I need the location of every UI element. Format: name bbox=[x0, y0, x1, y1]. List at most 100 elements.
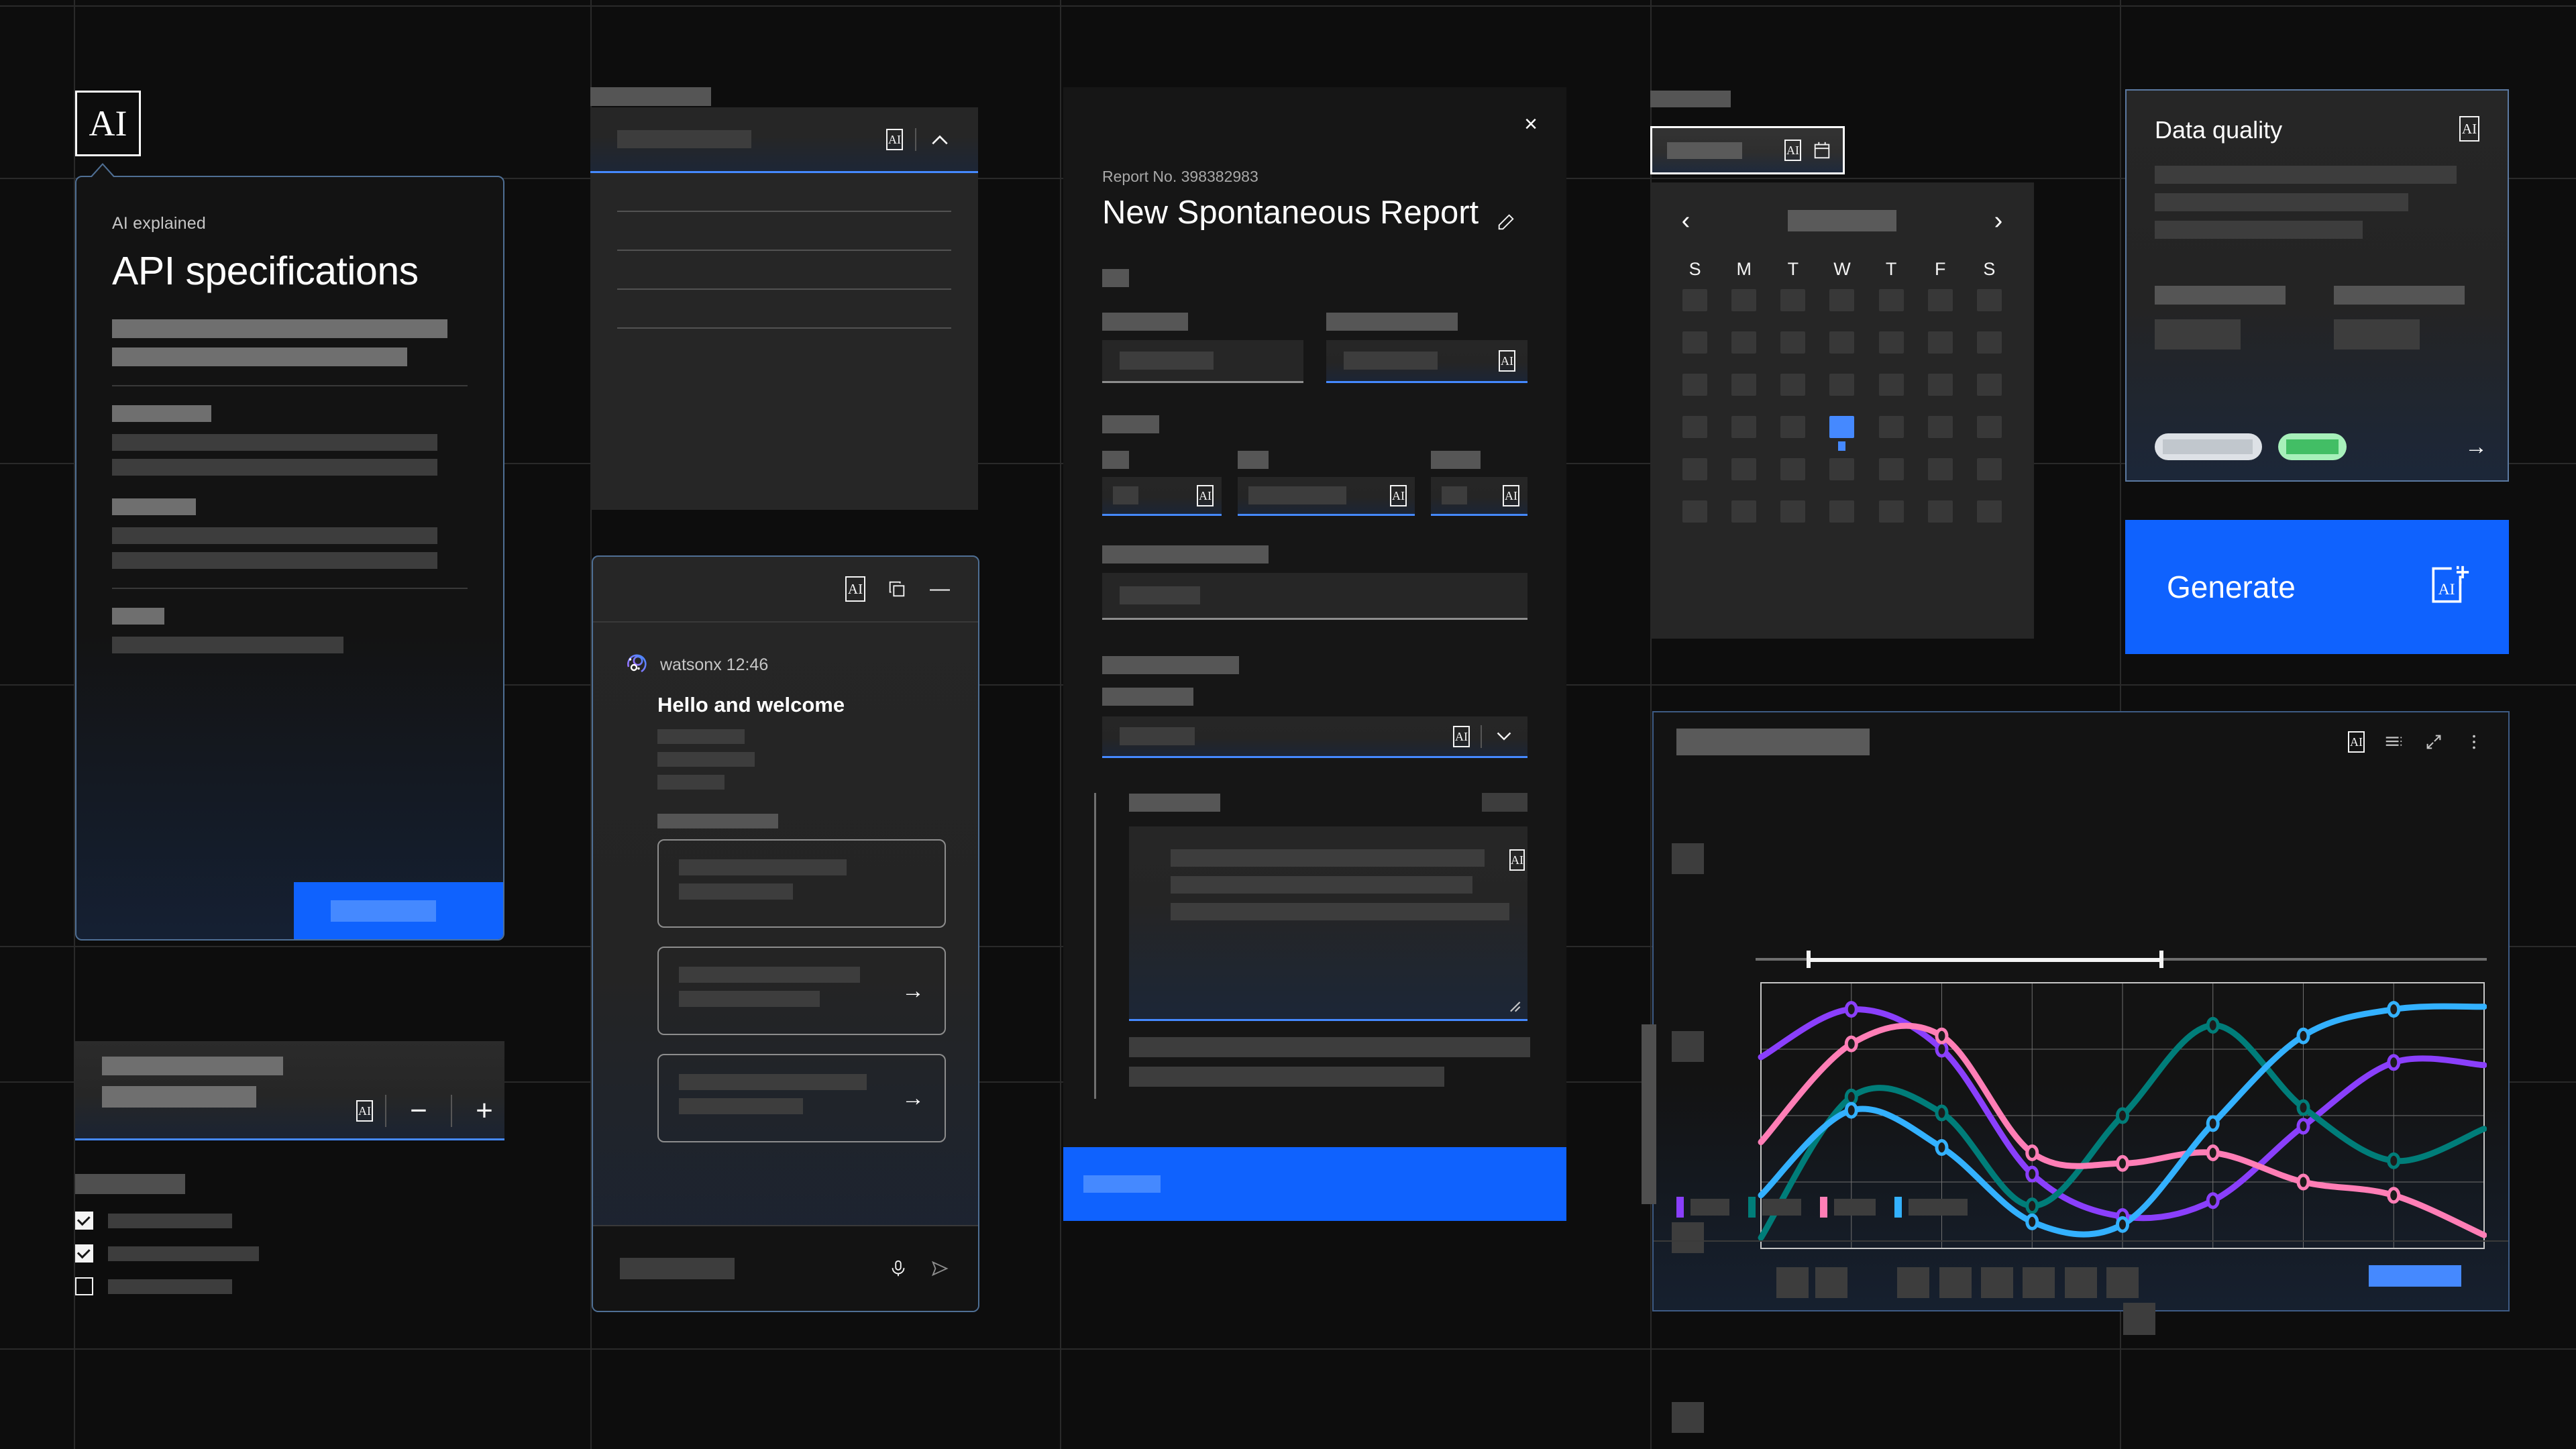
calendar-day-cell[interactable] bbox=[1976, 416, 2002, 438]
resize-handle-icon[interactable] bbox=[1506, 998, 1521, 1012]
checkbox-row[interactable] bbox=[75, 1212, 504, 1230]
chevron-up-icon[interactable] bbox=[928, 128, 951, 151]
chart-action-button[interactable] bbox=[2369, 1265, 2461, 1287]
arrow-right-icon[interactable]: → bbox=[2465, 435, 2487, 458]
report-submit-button[interactable] bbox=[1063, 1147, 1566, 1221]
calendar-day-cell[interactable] bbox=[1927, 500, 1953, 523]
text-field-with-ai[interactable]: AI bbox=[1102, 477, 1222, 516]
toggle-off[interactable] bbox=[2155, 433, 2262, 460]
chevron-right-icon[interactable]: › bbox=[1983, 208, 2014, 233]
overflow-menu-icon[interactable] bbox=[2463, 731, 2485, 753]
generate-button[interactable]: Generate AI bbox=[2125, 520, 2509, 654]
list-item[interactable] bbox=[617, 327, 951, 366]
legend-item[interactable] bbox=[1676, 1197, 1729, 1218]
ai-assist-icon[interactable]: AI bbox=[1503, 484, 1519, 506]
ai-assist-icon[interactable]: AI bbox=[1453, 725, 1470, 747]
number-stepper[interactable]: AI − + bbox=[75, 1041, 504, 1140]
chat-composer[interactable] bbox=[593, 1225, 978, 1311]
calendar-icon[interactable] bbox=[1811, 139, 1833, 162]
calendar-day-cell[interactable] bbox=[1927, 416, 1953, 438]
calendar-day-cell[interactable] bbox=[1780, 416, 1806, 438]
list-item[interactable] bbox=[617, 288, 951, 327]
list-item[interactable] bbox=[617, 250, 951, 288]
calendar-day-cell[interactable] bbox=[1682, 500, 1708, 523]
checkbox-input[interactable] bbox=[75, 1277, 93, 1295]
calendar-day-cell[interactable] bbox=[1780, 374, 1806, 396]
textarea-field[interactable]: AI bbox=[1129, 826, 1527, 1021]
calendar-day-cell[interactable] bbox=[1829, 500, 1855, 523]
calendar-day-cell[interactable] bbox=[1976, 500, 2002, 523]
range-slider[interactable] bbox=[1756, 951, 2487, 968]
calendar-day-cell[interactable] bbox=[1927, 374, 1953, 396]
ai-assist-icon[interactable]: AI bbox=[1390, 484, 1407, 506]
ai-assist-icon[interactable]: AI bbox=[1499, 350, 1515, 372]
primary-action-button[interactable] bbox=[294, 882, 503, 939]
ai-assist-icon[interactable]: AI bbox=[2348, 731, 2365, 753]
calendar-day-cell[interactable] bbox=[1829, 458, 1855, 480]
calendar-day-cell[interactable] bbox=[1829, 289, 1855, 311]
ai-assist-icon[interactable]: AI bbox=[1197, 484, 1214, 506]
text-field-with-ai[interactable]: AI bbox=[1326, 340, 1527, 383]
calendar-day-cell[interactable] bbox=[1731, 374, 1757, 396]
calendar-day-cell[interactable] bbox=[1878, 374, 1904, 396]
calendar-day-cell[interactable] bbox=[1682, 289, 1708, 311]
legend-item[interactable] bbox=[1894, 1197, 1968, 1218]
list-item[interactable] bbox=[617, 173, 951, 211]
ai-assist-icon[interactable]: AI bbox=[2459, 116, 2479, 142]
calendar-day-cell[interactable] bbox=[1682, 416, 1708, 438]
checkbox-row[interactable] bbox=[75, 1244, 504, 1263]
calendar-day-cell[interactable] bbox=[1976, 331, 2002, 354]
calendar-day-cell[interactable] bbox=[1976, 458, 2002, 480]
legend-item[interactable] bbox=[1748, 1197, 1801, 1218]
checkbox-row[interactable] bbox=[75, 1277, 504, 1295]
calendar-day-cell[interactable] bbox=[1780, 458, 1806, 480]
calendar-day-cell[interactable] bbox=[1829, 416, 1855, 451]
date-input[interactable]: AI bbox=[1650, 126, 1845, 174]
calendar-day-cell[interactable] bbox=[1927, 458, 1953, 480]
calendar-day-cell[interactable] bbox=[1976, 289, 2002, 311]
arrow-right-icon[interactable]: → bbox=[891, 979, 924, 1002]
calendar-day-cell[interactable] bbox=[1682, 458, 1708, 480]
accordion-header[interactable]: AI bbox=[590, 107, 978, 173]
calendar-day-cell[interactable] bbox=[1976, 374, 2002, 396]
ai-badge-icon[interactable]: AI bbox=[75, 91, 141, 156]
text-field[interactable] bbox=[1102, 340, 1303, 383]
calendar-day-cell[interactable] bbox=[1682, 331, 1708, 354]
ai-assist-icon[interactable]: AI bbox=[1509, 849, 1525, 871]
calendar-day-cell[interactable] bbox=[1829, 374, 1855, 396]
ai-assist-icon[interactable]: AI bbox=[356, 1099, 373, 1122]
calendar-day-cell[interactable] bbox=[1927, 331, 1953, 354]
calendar-day-cell[interactable] bbox=[1731, 416, 1757, 438]
calendar-day-cell[interactable] bbox=[1731, 289, 1757, 311]
slider-handle-left[interactable] bbox=[1807, 951, 1811, 968]
calendar-day-cell[interactable] bbox=[1878, 458, 1904, 480]
select-field[interactable]: AI bbox=[1102, 716, 1527, 758]
legend-item[interactable] bbox=[1820, 1197, 1876, 1218]
ai-assist-icon[interactable]: AI bbox=[1784, 140, 1801, 161]
calendar-day-cell[interactable] bbox=[1780, 331, 1806, 354]
close-icon[interactable]: × bbox=[1519, 113, 1542, 136]
arrow-right-icon[interactable]: → bbox=[891, 1087, 924, 1110]
pencil-icon[interactable] bbox=[1496, 203, 1516, 230]
checkbox-input[interactable] bbox=[75, 1244, 93, 1263]
text-field-with-ai[interactable]: AI bbox=[1238, 477, 1415, 516]
send-icon[interactable] bbox=[928, 1257, 951, 1280]
text-field-with-ai[interactable]: AI bbox=[1431, 477, 1527, 516]
text-field[interactable] bbox=[1102, 573, 1527, 620]
toggle-on[interactable] bbox=[2278, 433, 2347, 460]
calendar-day-cell[interactable] bbox=[1731, 331, 1757, 354]
microphone-icon[interactable] bbox=[887, 1257, 910, 1280]
chevron-left-icon[interactable]: ‹ bbox=[1670, 208, 1701, 233]
suggestion-card[interactable] bbox=[657, 839, 946, 928]
chevron-down-icon[interactable] bbox=[1493, 725, 1515, 748]
calendar-day-cell[interactable] bbox=[1780, 289, 1806, 311]
ai-assist-icon[interactable]: AI bbox=[845, 576, 865, 602]
decrement-button[interactable]: − bbox=[398, 1095, 439, 1127]
checkbox-input[interactable] bbox=[75, 1212, 93, 1230]
minimize-icon[interactable]: — bbox=[928, 578, 951, 600]
expand-icon[interactable] bbox=[2422, 731, 2445, 753]
list-item[interactable] bbox=[617, 211, 951, 250]
list-icon[interactable] bbox=[2382, 731, 2405, 753]
increment-button[interactable]: + bbox=[464, 1095, 504, 1127]
calendar-day-cell[interactable] bbox=[1780, 500, 1806, 523]
